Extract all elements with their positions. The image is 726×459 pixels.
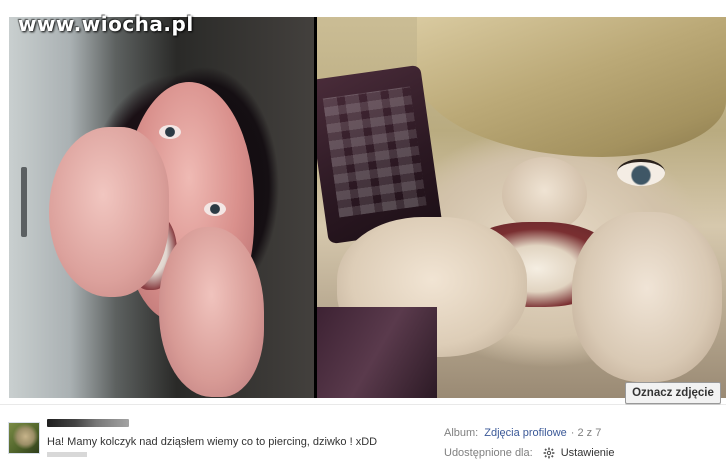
photo-right-eye: [617, 159, 665, 186]
author-name-redacted[interactable]: [47, 419, 129, 427]
photo-left: [9, 17, 314, 398]
photo-right-nose: [502, 157, 587, 232]
door-handle: [21, 167, 27, 237]
tag-photo-button[interactable]: Oznacz zdjęcie: [625, 382, 721, 404]
photo-right-hair: [417, 17, 726, 157]
photo-right-shirt: [317, 307, 437, 398]
watermark-text: www.wiocha.pl: [18, 12, 194, 36]
photo-strip: [9, 17, 726, 398]
photo-info-bar: Ha! Mamy kolczyk nad dziąsłem wiemy co t…: [0, 404, 726, 459]
photo-right: [317, 17, 726, 398]
album-link[interactable]: Zdjęcia profilowe: [484, 427, 567, 439]
phone-keypad: [322, 86, 427, 218]
gear-icon: [543, 447, 555, 459]
photo-right-hand: [572, 212, 722, 382]
privacy-setting-link[interactable]: Ustawienie: [561, 447, 615, 459]
avatar[interactable]: [8, 422, 40, 454]
photo-viewer-page: www.wiocha.pl Oznacz zdjęcie Ha! Mamy ko…: [0, 0, 726, 459]
privacy-label: Udostępnione dla:: [444, 447, 533, 459]
site-watermark: www.wiocha.pl: [18, 12, 194, 36]
photo-left-eye: [159, 125, 181, 139]
meta-separator: ·: [570, 427, 575, 439]
photo-left-eye: [204, 202, 226, 216]
caption-overflow: [47, 452, 87, 457]
photo-position: 2 z 7: [577, 427, 602, 439]
photo-left-hand: [49, 127, 169, 297]
album-label: Album:: [444, 427, 479, 439]
photo-meta: Album: Zdjęcia profilowe · 2 z 7 Udostęp…: [444, 423, 615, 459]
privacy-row: Udostępnione dla: Ustawienie: [444, 443, 615, 459]
photo-left-hand: [159, 227, 264, 397]
photo-caption: Ha! Mamy kolczyk nad dziąsłem wiemy co t…: [47, 436, 378, 448]
album-row: Album: Zdjęcia profilowe · 2 z 7: [444, 423, 615, 443]
